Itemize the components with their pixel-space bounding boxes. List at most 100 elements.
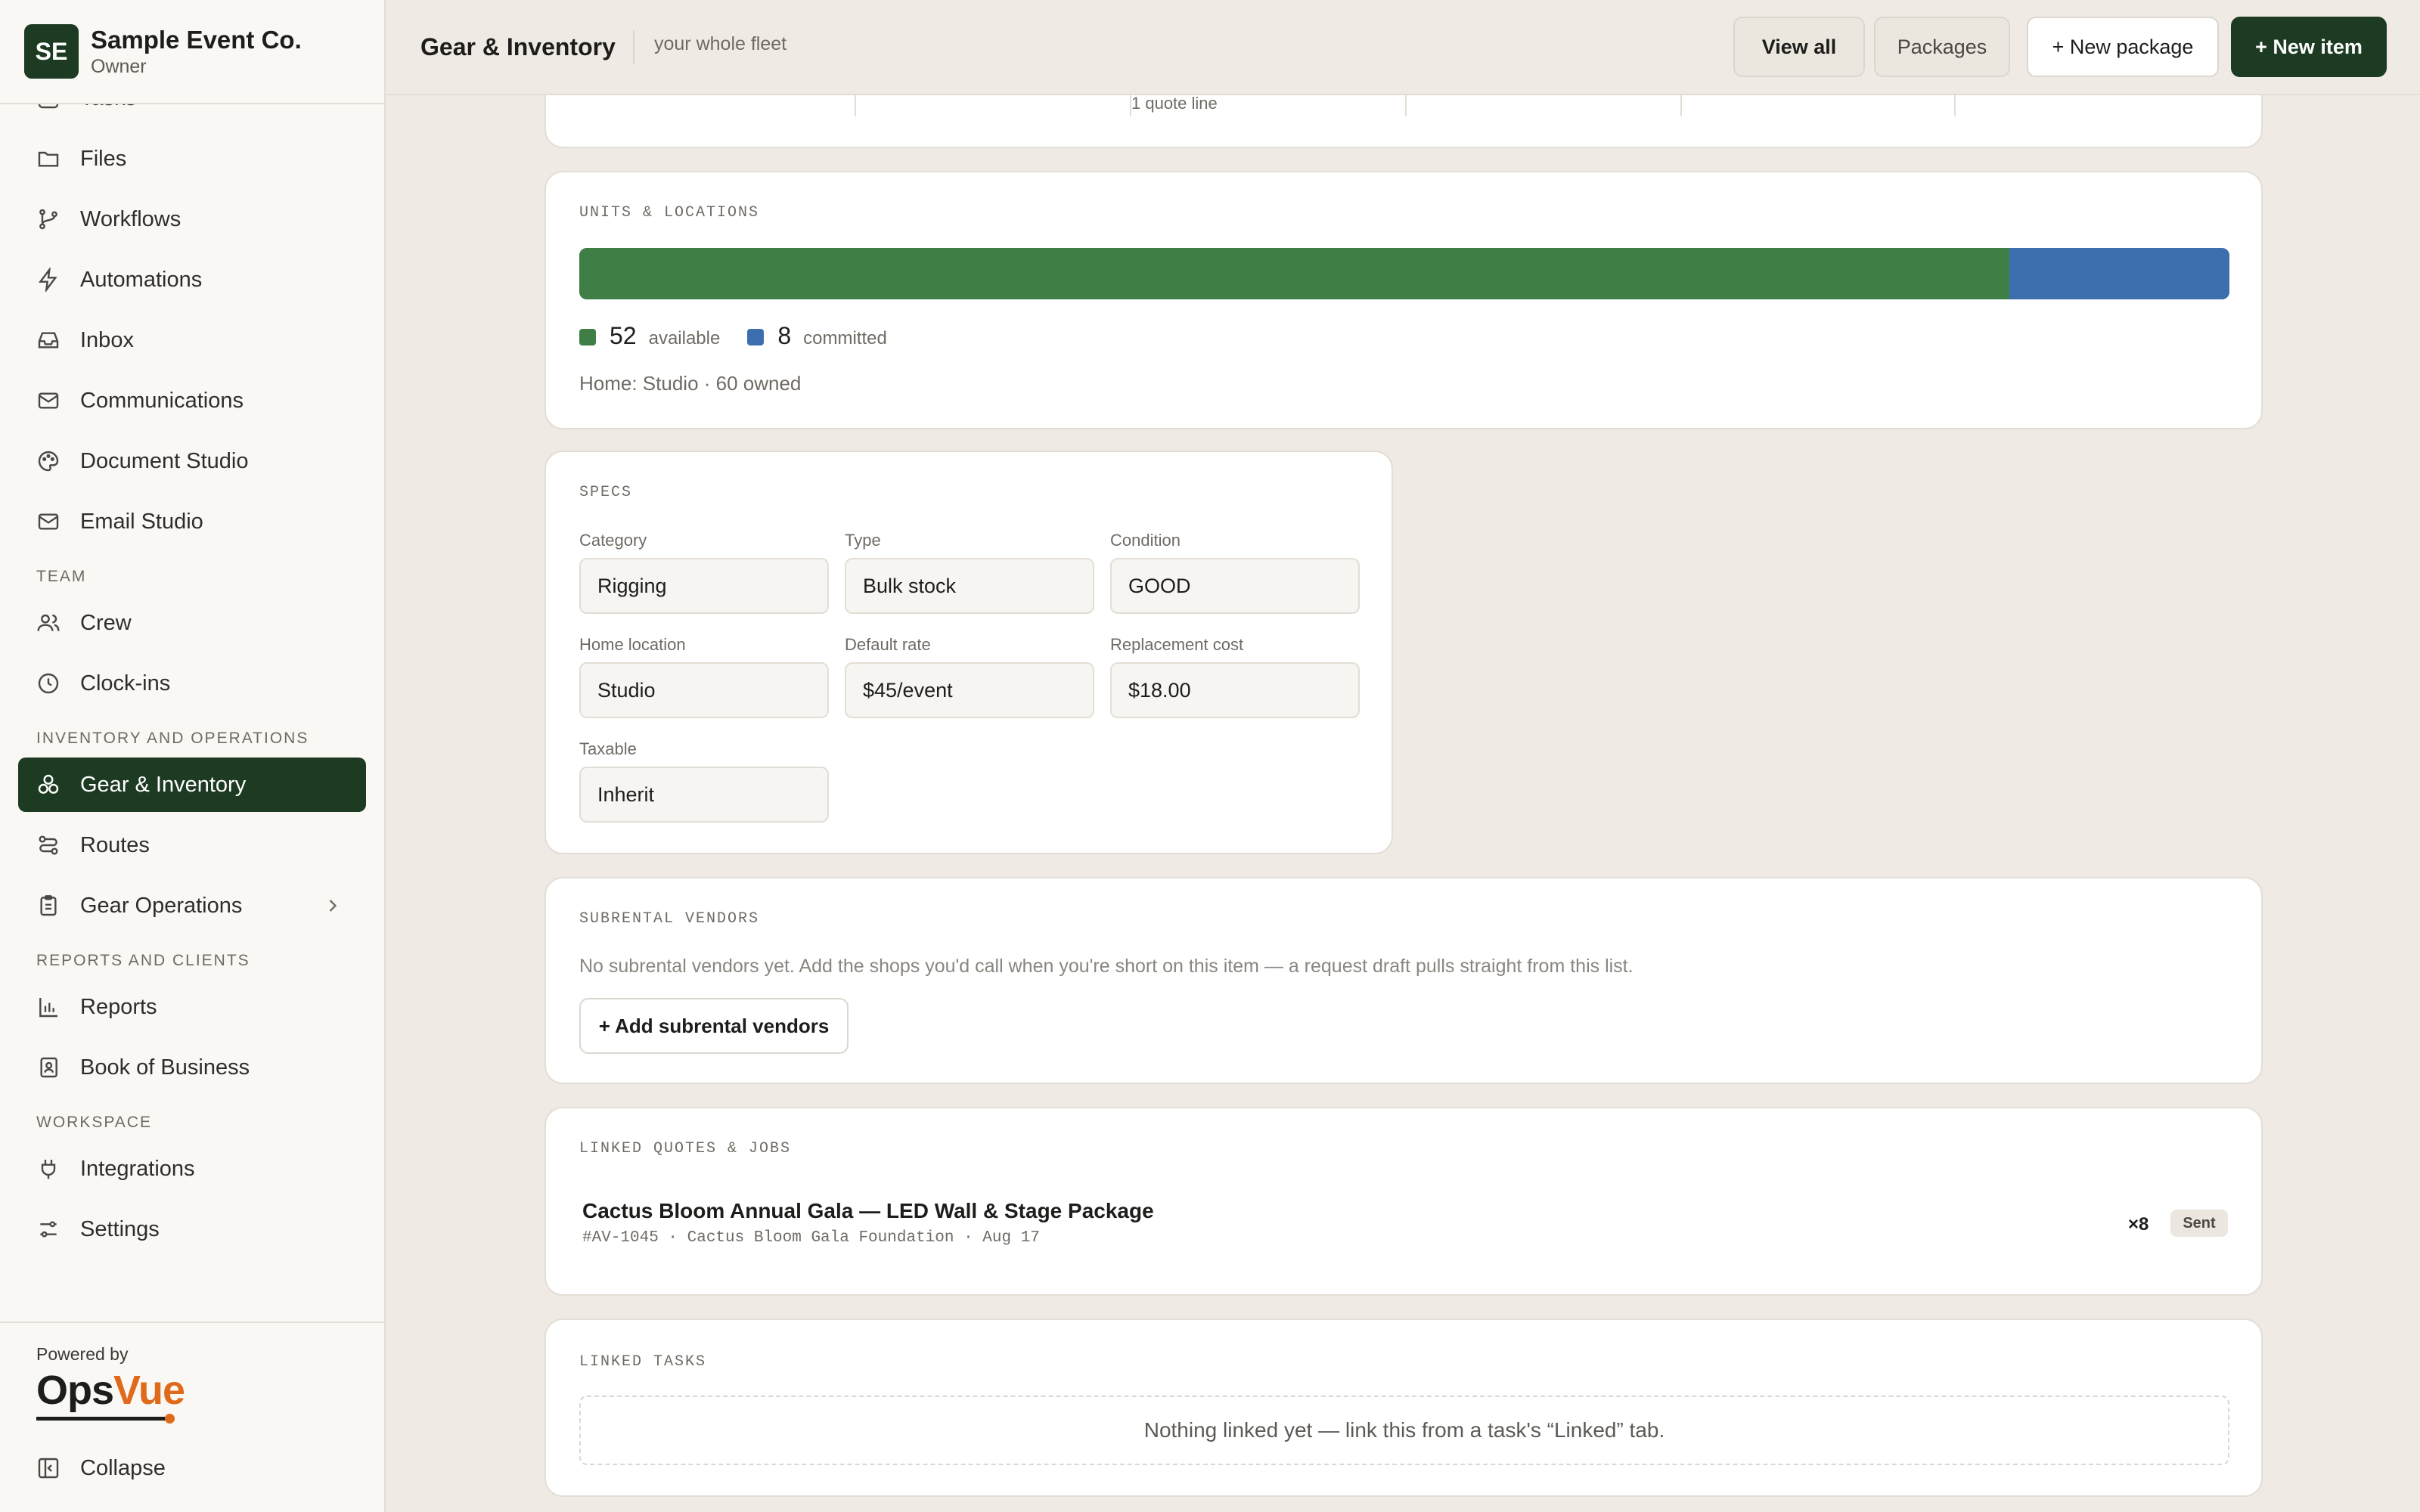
- sidebar-item-label: Automations: [80, 267, 203, 292]
- units-legend: 52 available 8 committed: [579, 322, 914, 350]
- git-branch-icon: [39, 209, 57, 230]
- logo-underline: [36, 1417, 171, 1421]
- home-location-field[interactable]: Studio: [579, 662, 829, 718]
- sliders-icon: [40, 1221, 57, 1238]
- mail-icon: [38, 513, 59, 530]
- sidebar-item-automations[interactable]: Automations: [18, 253, 366, 307]
- opsvue-logo: OpsVue: [36, 1367, 185, 1414]
- sidebar-item-communications[interactable]: Communications: [18, 373, 366, 428]
- units-bar: [579, 248, 2229, 299]
- sidebar-item-settings[interactable]: Settings: [18, 1202, 366, 1256]
- powered-by-label: Powered by: [36, 1344, 129, 1364]
- category-label: Category: [579, 531, 647, 550]
- logo-dot: [165, 1414, 175, 1424]
- sidebar-item-clock-ins[interactable]: Clock-ins: [18, 656, 366, 711]
- vendors-empty-text: No subrental vendors yet. Add the shops …: [579, 956, 1634, 977]
- home-location-summary: Home: Studio · 60 owned: [579, 372, 802, 395]
- sidebar-item-gear-inventory[interactable]: Gear & Inventory: [18, 758, 366, 812]
- type-field[interactable]: Bulk stock: [845, 558, 1094, 614]
- sidebar-item-label: Routes: [80, 832, 150, 857]
- default-rate-label: Default rate: [845, 635, 931, 654]
- section-label-inventory: INVENTORY AND OPERATIONS: [36, 730, 309, 747]
- committed-count: 8: [777, 322, 792, 349]
- sidebar-item-tasks[interactable]: Tasks: [18, 104, 366, 125]
- status-badge: Sent: [2170, 1210, 2228, 1237]
- quote-meta: #AV-1045 · Cactus Bloom Gala Foundation …: [582, 1229, 1040, 1247]
- sidebar-item-label: Communications: [80, 388, 244, 413]
- org-switcher[interactable]: SE Sample Event Co. Owner: [0, 0, 384, 104]
- sidebar-item-label: Integrations: [80, 1156, 195, 1181]
- default-rate-field[interactable]: $45/event: [845, 662, 1094, 718]
- sidebar-collapse-icon: [38, 1458, 59, 1479]
- sidebar-item-label: Tasks: [80, 104, 136, 111]
- sidebar-item-label: Files: [80, 146, 127, 171]
- lightning-icon: [38, 268, 57, 292]
- folder-icon: [38, 151, 59, 167]
- card-label: SPECS: [579, 484, 633, 501]
- sidebar-item-email-studio[interactable]: Email Studio: [18, 494, 366, 549]
- inbox-icon: [38, 332, 59, 349]
- powered-by: Powered by OpsVue Collapse: [0, 1321, 384, 1512]
- replacement-cost-label: Replacement cost: [1110, 635, 1244, 654]
- sidebar-item-gear-operations[interactable]: Gear Operations: [18, 878, 366, 933]
- logo-vue: Vue: [113, 1368, 185, 1413]
- type-label: Type: [845, 531, 881, 550]
- title-divider: [633, 30, 634, 64]
- section-label-team: TEAM: [36, 568, 87, 585]
- sidebar-item-routes[interactable]: Routes: [18, 818, 366, 872]
- page-title: Gear & Inventory: [420, 33, 616, 60]
- new-package-button[interactable]: + New package: [2027, 17, 2219, 77]
- condition-field[interactable]: GOOD: [1110, 558, 1360, 614]
- committed-label: committed: [803, 328, 887, 349]
- add-subrental-vendors-button[interactable]: + Add subrental vendors: [579, 998, 849, 1054]
- view-all-button[interactable]: View all: [1733, 17, 1865, 77]
- home-location-label: Home location: [579, 635, 686, 654]
- subrental-vendors-card: SUBRENTAL VENDORS No subrental vendors y…: [544, 877, 2263, 1084]
- sidebar-item-workflows[interactable]: Workflows: [18, 192, 366, 246]
- sidebar-item-book-of-business[interactable]: Book of Business: [18, 1040, 366, 1095]
- org-avatar: SE: [24, 24, 79, 79]
- card-label: LINKED TASKS: [579, 1353, 707, 1371]
- sidebar-item-inbox[interactable]: Inbox: [18, 313, 366, 367]
- sidebar-item-integrations[interactable]: Integrations: [18, 1142, 366, 1196]
- sidebar-item-label: Gear & Inventory: [80, 772, 247, 797]
- clipboard-icon: [40, 895, 57, 916]
- replacement-cost-field[interactable]: $18.00: [1110, 662, 1360, 718]
- sidebar-item-label: Gear Operations: [80, 893, 243, 918]
- plug-icon: [41, 1160, 56, 1179]
- category-field[interactable]: Rigging: [579, 558, 829, 614]
- quote-title[interactable]: Cactus Bloom Annual Gala — LED Wall & St…: [582, 1199, 1154, 1223]
- sidebar-item-reports[interactable]: Reports: [18, 980, 366, 1034]
- sidebar-item-label: Crew: [80, 610, 132, 635]
- org-role: Owner: [91, 56, 147, 77]
- sidebar: SE Sample Event Co. Owner Tasks Files Wo…: [0, 0, 386, 1512]
- logo-ops: Ops: [36, 1368, 114, 1413]
- sidebar-item-document-studio[interactable]: Document Studio: [18, 434, 366, 488]
- taxable-label: Taxable: [579, 739, 637, 758]
- org-name: Sample Event Co.: [91, 26, 302, 54]
- card-label: SUBRENTAL VENDORS: [579, 910, 760, 928]
- sidebar-item-files[interactable]: Files: [18, 132, 366, 186]
- condition-label: Condition: [1110, 531, 1181, 550]
- units-bar-available: [579, 248, 2010, 299]
- users-icon: [37, 614, 60, 631]
- packages-button[interactable]: Packages: [1874, 17, 2010, 77]
- sidebar-item-label: Document Studio: [80, 448, 249, 473]
- sidebar-item-label: Book of Business: [80, 1055, 250, 1080]
- taxable-field[interactable]: Inherit: [579, 767, 829, 823]
- new-item-button[interactable]: + New item: [2231, 17, 2387, 77]
- committed-swatch: [747, 329, 765, 345]
- available-swatch: [579, 329, 596, 345]
- sidebar-item-label: Inbox: [80, 327, 134, 352]
- collapse-sidebar-button[interactable]: Collapse: [18, 1441, 366, 1495]
- mail-icon: [38, 392, 59, 409]
- contact-book-icon: [40, 1057, 57, 1078]
- specs-card: SPECS Category Rigging Type Bulk stock C…: [544, 451, 1393, 854]
- available-label: available: [648, 328, 721, 349]
- clock-icon: [38, 673, 59, 694]
- chevron-right-icon[interactable]: [322, 895, 343, 916]
- linked-tasks-card: LINKED TASKS Nothing linked yet — link t…: [544, 1318, 2263, 1497]
- boxes-icon: [38, 774, 59, 794]
- sidebar-item-crew[interactable]: Crew: [18, 596, 366, 650]
- check-square-icon: [38, 104, 59, 109]
